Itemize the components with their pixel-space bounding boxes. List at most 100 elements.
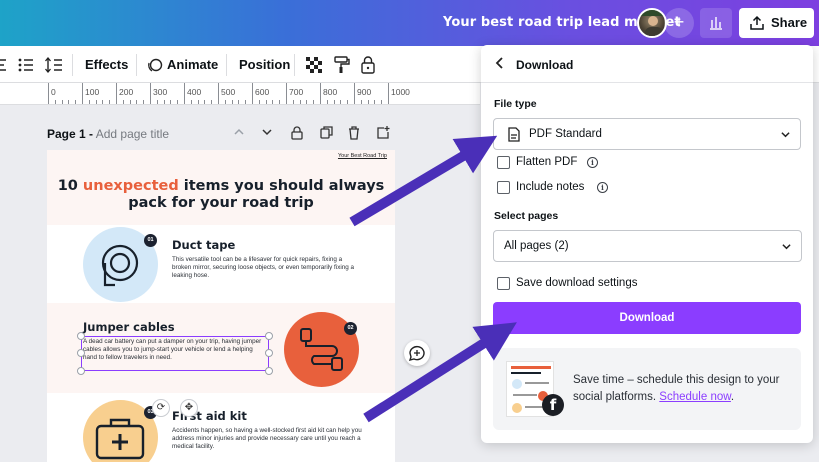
item-body[interactable]: Accidents happen, so having a well-stock… [172, 427, 362, 451]
spacing-icon[interactable] [45, 57, 63, 73]
horizontal-ruler: 0 100 200 300 400 500 600 700 800 900 1000 [0, 83, 480, 105]
item-number: 01 [144, 234, 157, 247]
file-type-select[interactable]: PDF Standard [493, 118, 801, 150]
move-icon[interactable]: ✥ [180, 399, 198, 417]
ruler-minor-tick [272, 100, 274, 104]
back-arrow-icon[interactable] [493, 56, 507, 70]
promo-suffix: . [730, 391, 735, 403]
panel-header: Download [481, 45, 813, 83]
insights-button[interactable] [700, 8, 732, 38]
ruler-minor-tick [61, 100, 63, 104]
file-type-value: PDF Standard [529, 128, 602, 140]
ruler-minor-tick [360, 100, 362, 104]
animate-icon [148, 58, 163, 72]
delete-page-icon[interactable] [346, 126, 362, 142]
ruler-minor-tick [75, 100, 77, 104]
position-button[interactable]: Position [239, 57, 290, 72]
ruler-minor-tick [245, 100, 247, 104]
include-notes-checkbox[interactable] [497, 181, 510, 194]
comment-icon [408, 345, 425, 361]
item-body[interactable]: This versatile tool can be a lifesaver f… [172, 256, 362, 280]
chevron-down-icon [781, 132, 790, 138]
text-selection-box[interactable] [81, 336, 269, 371]
rotate-icon[interactable]: ⟳ [152, 399, 170, 417]
ruler-minor-tick [129, 100, 131, 104]
ruler-major-tick [252, 83, 253, 104]
chevron-down-icon[interactable] [259, 126, 275, 142]
ruler-minor-tick [381, 100, 383, 104]
resize-handle[interactable] [265, 332, 273, 340]
ruler-minor-tick [122, 100, 124, 104]
avatar[interactable] [637, 8, 667, 38]
ruler-major-tick [150, 83, 151, 104]
resize-handle[interactable] [77, 332, 85, 340]
flatten-pdf-checkbox[interactable] [497, 156, 510, 169]
ruler-minor-tick [163, 100, 165, 104]
ruler-major-tick [320, 83, 321, 104]
resize-handle[interactable] [77, 367, 85, 375]
lock-icon[interactable] [361, 56, 375, 74]
ruler-minor-tick [292, 100, 294, 104]
ruler-minor-tick [211, 100, 213, 104]
duplicate-page-icon[interactable] [318, 126, 334, 142]
animate-button[interactable]: Animate [167, 57, 218, 72]
add-page-icon[interactable] [375, 126, 391, 142]
select-pages-label: Select pages [494, 210, 559, 222]
share-button[interactable]: Share [739, 8, 814, 38]
page-title-input[interactable]: Add page title [96, 127, 169, 141]
ruler-minor-tick [306, 100, 308, 104]
include-notes-label[interactable]: Include notes [516, 181, 584, 193]
ruler-minor-tick [88, 100, 90, 104]
ruler-minor-tick [197, 100, 199, 104]
design-tag: Your Best Road Trip [337, 153, 387, 159]
toolbar-divider [226, 54, 227, 76]
ruler-label: 200 [119, 87, 134, 97]
ruler-major-tick [286, 83, 287, 104]
resize-handle[interactable] [265, 349, 273, 357]
save-settings-checkbox[interactable] [497, 277, 510, 290]
info-icon[interactable]: i [597, 182, 608, 193]
file-type-label: File type [494, 98, 537, 110]
item-title[interactable]: Jumper cables [83, 320, 175, 334]
ruler-major-tick [82, 83, 83, 104]
schedule-now-link[interactable]: Schedule now [659, 391, 731, 403]
download-button[interactable]: Download [493, 302, 801, 334]
ruler-label: 500 [221, 87, 236, 97]
flatten-pdf-label[interactable]: Flatten PDF [516, 156, 577, 168]
save-settings-label[interactable]: Save download settings [516, 277, 637, 289]
share-label: Share [771, 15, 808, 30]
design-headline[interactable]: 10 unexpected items you should always pa… [47, 178, 395, 212]
resize-handle[interactable] [265, 367, 273, 375]
ruler-label: 300 [153, 87, 168, 97]
ruler-minor-tick [204, 100, 206, 104]
ruler-minor-tick [102, 100, 104, 104]
chevron-up-icon[interactable] [231, 126, 247, 142]
transparency-icon[interactable] [306, 57, 322, 73]
select-pages-dropdown[interactable]: All pages (2) [493, 230, 802, 262]
chevron-down-icon [782, 244, 791, 250]
info-icon[interactable]: i [587, 157, 598, 168]
design-page[interactable]: Your Best Road Trip 10 unexpected items … [47, 150, 395, 462]
item-title[interactable]: Duct tape [172, 238, 235, 252]
resize-handle[interactable] [77, 349, 85, 357]
paint-roller-icon[interactable] [334, 56, 350, 74]
ruler-major-tick [48, 83, 49, 104]
add-comment-button[interactable] [404, 340, 430, 366]
select-pages-value: All pages (2) [504, 240, 569, 252]
facebook-icon: f [542, 394, 564, 416]
headline-pre: 10 [57, 178, 83, 194]
effects-button[interactable]: Effects [85, 57, 128, 72]
headline-highlight: unexpected [82, 178, 179, 194]
ruler-minor-tick [313, 100, 315, 104]
align-icon[interactable] [0, 58, 8, 72]
add-collaborator-button[interactable]: + [664, 8, 694, 38]
ruler-minor-tick [224, 100, 226, 104]
ruler-label: 700 [289, 87, 304, 97]
document-icon [508, 127, 520, 142]
ruler-label: 0 [51, 87, 56, 97]
ruler-minor-tick [68, 100, 70, 104]
list-icon[interactable] [18, 57, 34, 73]
ruler-minor-tick [258, 100, 260, 104]
ruler-major-tick [184, 83, 185, 104]
lock-page-icon[interactable] [289, 126, 305, 142]
